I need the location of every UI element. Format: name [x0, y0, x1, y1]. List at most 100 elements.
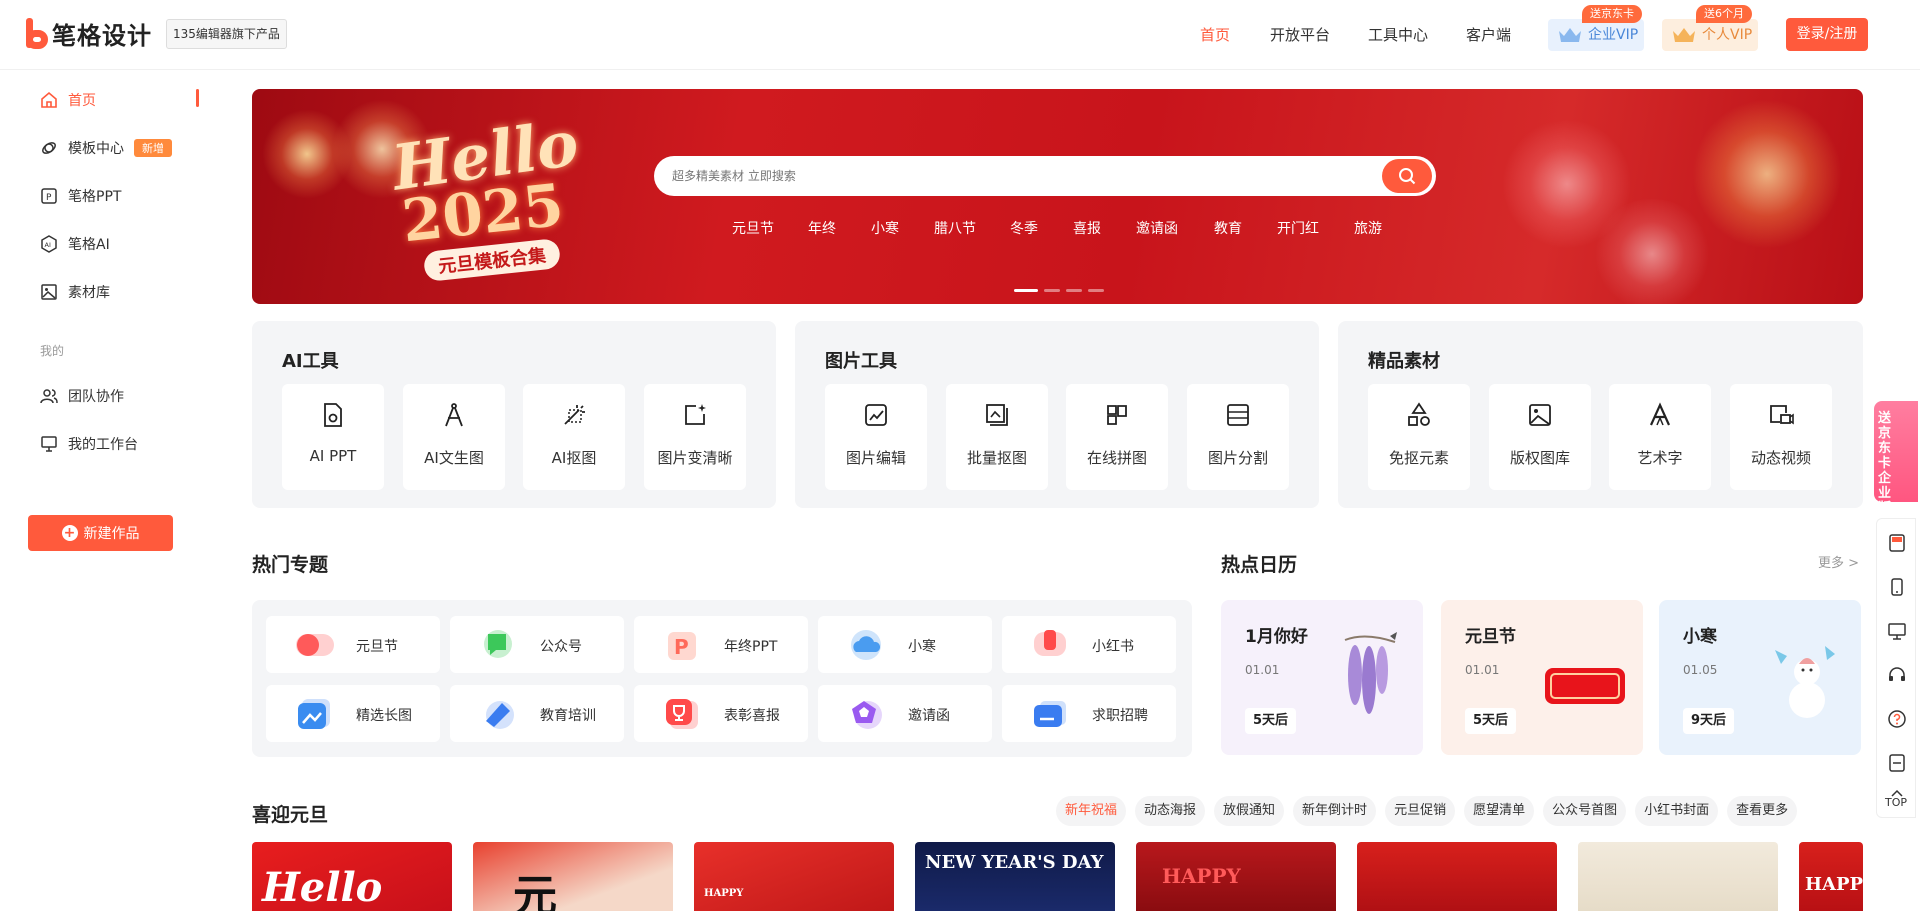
hot-keyword[interactable]: 冬季: [1010, 218, 1038, 238]
calendar-card[interactable]: 1月你好 01.01 5天后: [1221, 600, 1423, 755]
tool-motion-video[interactable]: 动态视频: [1730, 384, 1832, 490]
topic-invitation[interactable]: 邀请函: [818, 685, 992, 742]
template-thumbnail[interactable]: Hello: [252, 842, 452, 911]
topic-recruitment[interactable]: 求职招聘: [1002, 685, 1176, 742]
tool-stock-images[interactable]: 版权图库: [1489, 384, 1591, 490]
thumbnail-text: HAPPY: [704, 888, 744, 899]
sidebar-item-workspace[interactable]: 我的工作台: [40, 431, 138, 457]
hero-banner[interactable]: Hello 2025 元旦模板合集 元旦节 年终 小寒 腊八节 冬季 喜报 邀请…: [252, 89, 1863, 304]
ppt-icon: P: [41, 188, 57, 204]
year-2025-illustration: [1545, 668, 1625, 704]
brand-logo[interactable]: 笔格设计: [24, 16, 152, 51]
hot-keyword[interactable]: 年终: [808, 218, 836, 238]
nav-open-platform[interactable]: 开放平台: [1270, 24, 1330, 45]
chip-wish-list[interactable]: 愿望清单: [1464, 796, 1535, 826]
feedback-icon[interactable]: [1887, 753, 1907, 773]
tool-label: 图片编辑: [845, 449, 906, 467]
carousel-dot[interactable]: [1014, 289, 1038, 292]
tool-label: 批量抠图: [966, 449, 1027, 467]
tool-batch-cutout[interactable]: 批量抠图: [946, 384, 1048, 490]
sidebar-item-team[interactable]: 团队协作: [40, 383, 124, 409]
topic-xiaohongshu[interactable]: 小红书: [1002, 616, 1176, 673]
new-work-button[interactable]: + 新建作品: [28, 515, 173, 551]
carousel-dot[interactable]: [1088, 289, 1104, 292]
chip-xhs-cover[interactable]: 小红书封面: [1635, 796, 1719, 826]
template-thumbnail[interactable]: HAPPY: [1136, 842, 1336, 911]
chip-countdown[interactable]: 新年倒计时: [1293, 796, 1377, 826]
topic-new-year[interactable]: 元旦节: [266, 616, 440, 673]
calendar-card-countdown: 9天后: [1683, 708, 1735, 734]
promo-text: 送京东卡企业版: [1878, 411, 1892, 516]
personal-vip-button[interactable]: 个人VIP 送6个月: [1662, 5, 1758, 51]
sidebar-item-materials[interactable]: 素材库: [40, 279, 110, 305]
tool-collage[interactable]: 在线拼图: [1066, 384, 1168, 490]
search-button[interactable]: [1382, 159, 1432, 193]
home-icon: [41, 91, 57, 108]
back-to-top-label[interactable]: TOP: [1878, 796, 1914, 809]
template-thumbnail[interactable]: NEW YEAR'S DAY: [915, 842, 1115, 911]
sidebar-item-label: 首页: [68, 93, 96, 109]
topic-label: 年终PPT: [724, 639, 778, 655]
topic-honor-report[interactable]: 表彰喜报: [634, 685, 808, 742]
chip-greetings[interactable]: 新年祝福: [1056, 796, 1127, 826]
hot-keyword[interactable]: 旅游: [1354, 218, 1382, 238]
chip-account-cover[interactable]: 公众号首图: [1543, 796, 1627, 826]
topic-long-images[interactable]: 精选长图: [266, 685, 440, 742]
headset-icon[interactable]: [1887, 665, 1907, 685]
sidebar-item-ai[interactable]: AI 笔格AI: [40, 231, 110, 257]
sidebar-item-templates[interactable]: 模板中心 新增: [40, 135, 172, 161]
new-work-label: 新建作品: [83, 526, 140, 542]
tool-image-enhance[interactable]: 图片变清晰: [644, 384, 746, 490]
search-input[interactable]: [672, 166, 1332, 186]
chip-promotion[interactable]: 元旦促销: [1385, 796, 1456, 826]
template-thumbnail[interactable]: 元: [473, 842, 673, 911]
topic-label: 精选长图: [356, 708, 412, 724]
nav-client[interactable]: 客户端: [1466, 24, 1511, 45]
tool-cutout-elements[interactable]: 免抠元素: [1368, 384, 1470, 490]
chip-holiday-notice[interactable]: 放假通知: [1214, 796, 1285, 826]
topic-education[interactable]: 教育培训: [450, 685, 624, 742]
ppt-file-icon[interactable]: [1887, 533, 1907, 553]
tool-image-edit[interactable]: 图片编辑: [825, 384, 927, 490]
template-thumbnail[interactable]: [1578, 842, 1778, 911]
carousel-dot[interactable]: [1044, 289, 1060, 292]
mobile-icon[interactable]: [1887, 577, 1907, 597]
hot-keyword[interactable]: 元旦节: [732, 218, 774, 238]
desktop-icon[interactable]: [1887, 621, 1907, 641]
carousel-dot[interactable]: [1066, 289, 1082, 292]
topic-label: 小红书: [1092, 639, 1134, 655]
chip-motion-poster[interactable]: 动态海报: [1135, 796, 1206, 826]
template-thumbnail[interactable]: HAPP: [1799, 842, 1863, 911]
tool-ai-text-to-image[interactable]: AI文生图: [403, 384, 505, 490]
hot-keyword[interactable]: 开门红: [1277, 218, 1319, 238]
hot-topics-panel: 元旦节 公众号 P 年终PPT 小寒 小红书 精选长图 教育培训 表彰喜报 邀请…: [252, 600, 1192, 757]
calendar-more-link[interactable]: 更多 >: [1818, 552, 1859, 571]
nav-tool-center[interactable]: 工具中心: [1368, 24, 1428, 45]
template-thumbnail[interactable]: [1357, 842, 1557, 911]
topic-year-end-ppt[interactable]: P 年终PPT: [634, 616, 808, 673]
hot-keyword[interactable]: 腊八节: [934, 218, 976, 238]
tool-image-split[interactable]: 图片分割: [1187, 384, 1289, 490]
tool-ai-cutout[interactable]: AI抠图: [523, 384, 625, 490]
calendar-card[interactable]: 元旦节 01.01 5天后: [1441, 600, 1643, 755]
template-thumbnail[interactable]: HAPPY: [694, 842, 894, 911]
hot-keyword[interactable]: 喜报: [1073, 218, 1101, 238]
nav-home[interactable]: 首页: [1200, 24, 1230, 45]
hot-keyword[interactable]: 教育: [1214, 218, 1242, 238]
hot-keyword[interactable]: 邀请函: [1136, 218, 1178, 238]
sidebar-item-ppt[interactable]: P 笔格PPT: [40, 183, 121, 209]
enterprise-vip-button[interactable]: 企业VIP 送京东卡: [1548, 5, 1644, 51]
tool-ai-ppt[interactable]: AI PPT: [282, 384, 384, 490]
calendar-card[interactable]: 小寒 01.05 9天后: [1659, 600, 1861, 755]
cloud-icon: [851, 630, 881, 660]
tool-art-text[interactable]: 艺术字: [1609, 384, 1711, 490]
help-icon[interactable]: [1887, 709, 1907, 729]
topic-official-account[interactable]: 公众号: [450, 616, 624, 673]
login-register-button[interactable]: 登录/注册: [1786, 18, 1868, 51]
chip-view-more[interactable]: 查看更多: [1727, 796, 1798, 826]
sidebar-item-home[interactable]: 首页: [40, 87, 96, 113]
svg-text:P: P: [46, 193, 52, 203]
topic-minor-cold[interactable]: 小寒: [818, 616, 992, 673]
hot-keyword[interactable]: 小寒: [871, 218, 899, 238]
jd-card-promo[interactable]: 送京东卡企业版: [1874, 401, 1918, 516]
